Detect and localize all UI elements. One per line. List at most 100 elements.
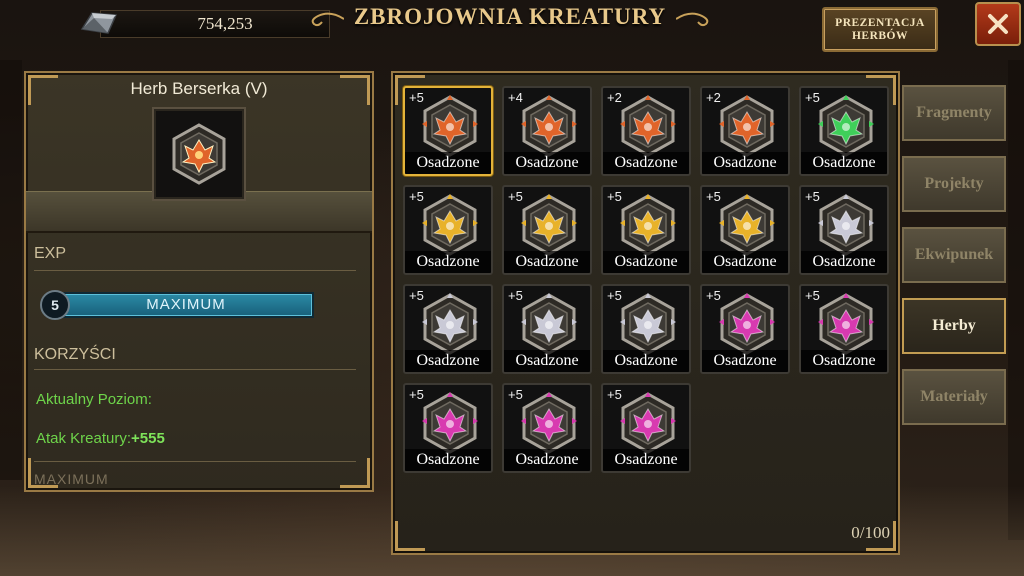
upgrade-level: +5 xyxy=(409,288,424,303)
close-button[interactable] xyxy=(975,2,1021,46)
upgrade-level: +5 xyxy=(805,90,820,105)
crest-presentation-button[interactable]: PREZENTACJA HERBÓW xyxy=(822,7,938,52)
upgrade-level: +5 xyxy=(409,90,424,105)
panel-corner-ornament xyxy=(340,458,370,488)
selected-crest-frame xyxy=(152,107,246,201)
crest-slot[interactable]: +5 Osadzone xyxy=(502,185,592,275)
crest-gem-icon xyxy=(818,194,874,256)
crest-gem-icon xyxy=(422,95,478,157)
crest-gem-icon xyxy=(422,194,478,256)
crest-gem-icon xyxy=(818,95,874,157)
socketed-status: Osadzone xyxy=(603,251,689,273)
crest-presentation-label-2: HERBÓW xyxy=(851,29,909,42)
socketed-status: Osadzone xyxy=(702,350,788,372)
upgrade-level: +5 xyxy=(508,387,523,402)
divider xyxy=(34,461,356,462)
crest-slot[interactable]: +5 Osadzone xyxy=(601,185,691,275)
tab-fragmenty[interactable]: Fragmenty xyxy=(902,85,1006,141)
crest-presentation-label-1: PREZENTACJA xyxy=(835,16,925,29)
crest-slot[interactable]: +5 Osadzone xyxy=(601,284,691,374)
upgrade-level: +5 xyxy=(607,288,622,303)
current-level-label: Aktualny Poziom: xyxy=(36,391,152,408)
exp-label: EXP xyxy=(34,245,67,262)
crest-gem-icon xyxy=(818,293,874,355)
crest-gem-icon xyxy=(521,194,577,256)
crest-slot[interactable]: +5 Osadzone xyxy=(403,185,493,275)
crest-slot[interactable]: +5 Osadzone xyxy=(403,86,493,176)
crest-slot[interactable]: +2 Osadzone xyxy=(601,86,691,176)
upgrade-level: +5 xyxy=(508,288,523,303)
socketed-status: Osadzone xyxy=(801,350,887,372)
crest-slot[interactable]: +5 Osadzone xyxy=(601,383,691,473)
attack-stat: Atak Kreatury:+555 xyxy=(36,430,165,447)
socketed-status: Osadzone xyxy=(702,152,788,174)
upgrade-level: +5 xyxy=(508,189,523,204)
socketed-status: Osadzone xyxy=(504,350,590,372)
page-title: ZBROJOWNIA KREATURY xyxy=(353,4,667,29)
crest-slot[interactable]: +5 Osadzone xyxy=(700,284,790,374)
upgrade-level: +5 xyxy=(409,189,424,204)
crest-gem-icon xyxy=(719,194,775,256)
crest-slot[interactable]: +5 Osadzone xyxy=(502,284,592,374)
benefits-label: KORZYŚCI xyxy=(34,346,116,363)
selected-crest-name: Herb Berserka (V) xyxy=(130,79,268,98)
exp-bar-text: MAXIMUM xyxy=(146,296,226,313)
divider xyxy=(34,270,356,271)
ornament-right-icon xyxy=(676,12,709,27)
divider xyxy=(34,369,356,370)
crest-gem-icon xyxy=(719,95,775,157)
background-shelf-left xyxy=(0,60,22,480)
crest-slot[interactable]: +5 Osadzone xyxy=(502,383,592,473)
crest-gem-icon xyxy=(620,293,676,355)
attack-stat-value: +555 xyxy=(131,430,165,447)
tab-herby[interactable]: Herby xyxy=(902,298,1006,354)
crest-gem-icon xyxy=(620,392,676,454)
crest-slot[interactable]: +5 Osadzone xyxy=(799,86,889,176)
background-shelf-right xyxy=(1008,60,1024,540)
upgrade-level: +4 xyxy=(508,90,523,105)
currency-display: 754,253 xyxy=(78,6,330,40)
upgrade-level: +2 xyxy=(706,90,721,105)
socketed-status: Osadzone xyxy=(405,152,491,174)
panel-corner-ornament xyxy=(866,521,896,551)
socketed-status: Osadzone xyxy=(603,152,689,174)
socketed-status: Osadzone xyxy=(405,350,491,372)
crest-slot[interactable]: +4 Osadzone xyxy=(502,86,592,176)
crest-gem-icon xyxy=(521,293,577,355)
crest-slot[interactable]: +5 Osadzone xyxy=(799,284,889,374)
socketed-status: Osadzone xyxy=(405,251,491,273)
crest-slot[interactable]: +2 Osadzone xyxy=(700,86,790,176)
upgrade-level: +5 xyxy=(607,387,622,402)
upgrade-level: +5 xyxy=(706,189,721,204)
tab-ekwipunek[interactable]: Ekwipunek xyxy=(902,227,1006,283)
crest-slot[interactable]: +5 Osadzone xyxy=(403,284,493,374)
crest-gem-icon xyxy=(521,95,577,157)
panel-corner-ornament xyxy=(395,521,425,551)
upgrade-level: +5 xyxy=(607,189,622,204)
crest-gem-icon xyxy=(620,95,676,157)
upgrade-level: +5 xyxy=(805,288,820,303)
upgrade-level: +5 xyxy=(706,288,721,303)
crest-slot[interactable]: +5 Osadzone xyxy=(700,185,790,275)
crest-gem-icon xyxy=(422,293,478,355)
socketed-status: Osadzone xyxy=(405,449,491,471)
exp-progress-bar: MAXIMUM xyxy=(58,292,314,318)
socketed-status: Osadzone xyxy=(702,251,788,273)
crest-slot[interactable]: +5 Osadzone xyxy=(799,185,889,275)
crest-detail-panel: Herb Berserka (V) EXP 5 MAXIMUM KORZYŚCI… xyxy=(24,71,374,492)
crest-inventory-panel: +5 Osadzone +4 Osadzone +2 Osadzone +2 Osadzone… xyxy=(391,71,900,555)
crest-gem-icon xyxy=(422,392,478,454)
socketed-status: Osadzone xyxy=(603,350,689,372)
currency-value: 754,253 xyxy=(197,14,253,33)
level-badge: 5 xyxy=(40,290,70,320)
upgrade-level: +2 xyxy=(607,90,622,105)
socketed-status: Osadzone xyxy=(504,449,590,471)
upgrade-level: +5 xyxy=(409,387,424,402)
tab-projekty[interactable]: Projekty xyxy=(902,156,1006,212)
ingot-icon xyxy=(80,12,118,34)
crest-gem-icon xyxy=(719,293,775,355)
upgrade-level: +5 xyxy=(805,189,820,204)
crest-slot[interactable]: +5 Osadzone xyxy=(403,383,493,473)
panel-corner-ornament xyxy=(28,458,58,488)
tab-materialy[interactable]: Materiały xyxy=(902,369,1006,425)
